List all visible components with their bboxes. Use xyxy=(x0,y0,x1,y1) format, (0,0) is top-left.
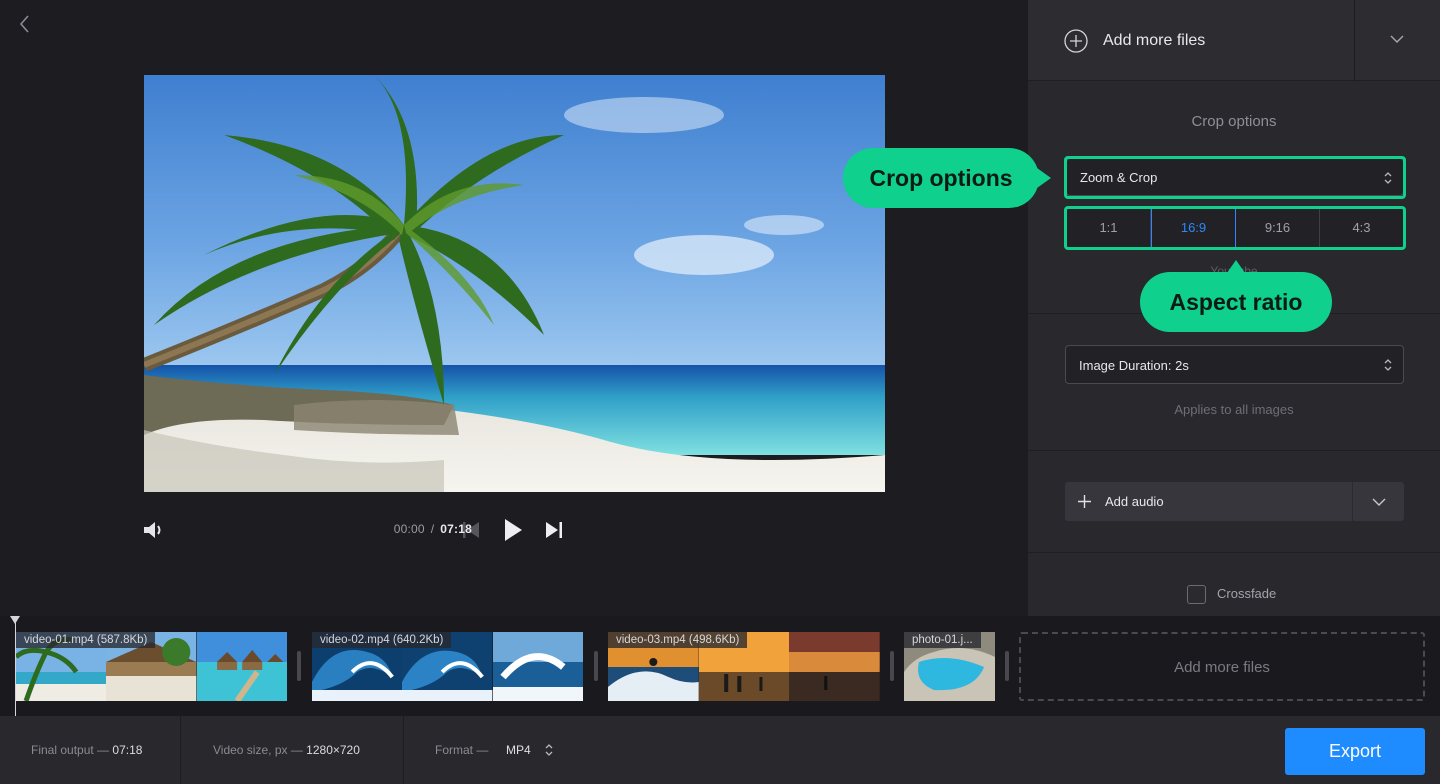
format-value: MP4 xyxy=(506,743,531,757)
final-output-text: Final output — 07:18 xyxy=(31,743,142,757)
final-output-value: 07:18 xyxy=(112,743,143,757)
timeline-add-files-label: Add more files xyxy=(1174,659,1270,676)
divider xyxy=(1028,552,1440,553)
add-audio-label: Add audio xyxy=(1105,494,1164,509)
current-time: 00:00 xyxy=(393,522,425,536)
skip-forward-icon xyxy=(546,522,562,538)
audio-bar: Add audio xyxy=(1065,482,1404,521)
clip-resize-handle[interactable] xyxy=(1005,651,1009,681)
timeline-add-files-button[interactable]: Add more files xyxy=(1019,632,1425,701)
crop-highlight-frame xyxy=(1064,156,1406,199)
video-size-label: Video size, px — xyxy=(213,743,303,757)
thumbnail-image xyxy=(789,632,880,701)
beach-palm-image xyxy=(144,75,885,492)
clip-resize-handle[interactable] xyxy=(890,651,894,681)
ratio-highlight-frame xyxy=(1064,206,1406,250)
video-size-value: 1280×720 xyxy=(306,743,360,757)
play-button[interactable] xyxy=(500,515,526,545)
crossfade-checkbox[interactable] xyxy=(1187,585,1206,604)
playhead-handle[interactable] xyxy=(10,616,20,624)
image-duration-hint: Applies to all images xyxy=(1174,402,1294,417)
updown-icon xyxy=(545,744,553,756)
total-time: 07:18 xyxy=(440,522,472,536)
add-more-files-button[interactable]: Add more files xyxy=(1028,0,1354,81)
clip-resize-handle[interactable] xyxy=(297,651,301,681)
final-output-cell: Final output — 07:18 xyxy=(0,716,181,784)
timeline-clip[interactable]: photo-01.j... xyxy=(904,632,995,701)
chevron-left-icon xyxy=(19,15,29,33)
clip-resize-handle[interactable] xyxy=(594,651,598,681)
timeline-clip[interactable]: video-02.mp4 (640.2Kb) xyxy=(312,632,583,701)
clip-name: video-02.mp4 (640.2Kb) xyxy=(312,632,452,648)
audio-dropdown-button[interactable] xyxy=(1353,482,1404,521)
clip-name: video-03.mp4 (498.6Kb) xyxy=(608,632,748,648)
chevron-down-icon xyxy=(1372,498,1386,506)
aspect-ratio-callout: Aspect ratio xyxy=(1140,272,1332,332)
timeline-clip[interactable]: video-03.mp4 (498.6Kb) xyxy=(608,632,880,701)
back-button[interactable] xyxy=(14,12,36,36)
preview-area: 00:00 / 07:18 xyxy=(0,0,1028,616)
thumbnail-image xyxy=(492,632,583,701)
updown-icon xyxy=(1384,359,1392,371)
format-label: Format — xyxy=(435,743,489,757)
video-size-cell: Video size, px — 1280×720 xyxy=(181,716,404,784)
final-output-label: Final output — xyxy=(31,743,110,757)
callout-arrow xyxy=(1037,168,1051,188)
video-size-text: Video size, px — 1280×720 xyxy=(213,743,360,757)
format-select[interactable]: MP4 xyxy=(506,738,562,762)
add-more-files-label: Add more files xyxy=(1103,32,1206,49)
image-duration-select[interactable]: Image Duration: 2s xyxy=(1065,345,1404,384)
thumbnail-image xyxy=(196,632,287,701)
plus-icon xyxy=(1078,495,1091,508)
divider xyxy=(1028,450,1440,451)
crop-options-callout: Crop options xyxy=(843,148,1039,208)
export-button[interactable]: Export xyxy=(1285,728,1425,775)
crossfade-label: Crossfade xyxy=(1217,586,1277,601)
plus-circle-icon xyxy=(1064,29,1088,53)
volume-button[interactable] xyxy=(141,517,167,543)
footer-bar: Final output — 07:18 Video size, px — 12… xyxy=(0,716,1440,784)
crop-options-title: Crop options xyxy=(1191,113,1277,130)
timeline: video-01.mp4 (587.8Kb) video-02.mp4 (640… xyxy=(0,616,1440,716)
clip-name: photo-01.j... xyxy=(904,632,981,648)
playhead[interactable] xyxy=(15,616,16,716)
skip-forward-button[interactable] xyxy=(543,519,565,541)
play-icon xyxy=(505,519,522,541)
chevron-down-icon xyxy=(1390,35,1404,43)
time-separator: / xyxy=(430,522,435,536)
video-preview xyxy=(144,75,885,492)
add-files-dropdown-button[interactable] xyxy=(1355,0,1440,81)
timeline-clip[interactable]: video-01.mp4 (587.8Kb) xyxy=(16,632,287,701)
time-readout: 00:00 / 07:18 xyxy=(394,522,472,536)
add-files-bar: Add more files xyxy=(1028,0,1440,81)
add-audio-button[interactable]: Add audio xyxy=(1065,482,1352,521)
volume-icon xyxy=(144,522,161,538)
clip-name: video-01.mp4 (587.8Kb) xyxy=(16,632,156,648)
image-duration-value: Image Duration: 2s xyxy=(1079,358,1189,373)
